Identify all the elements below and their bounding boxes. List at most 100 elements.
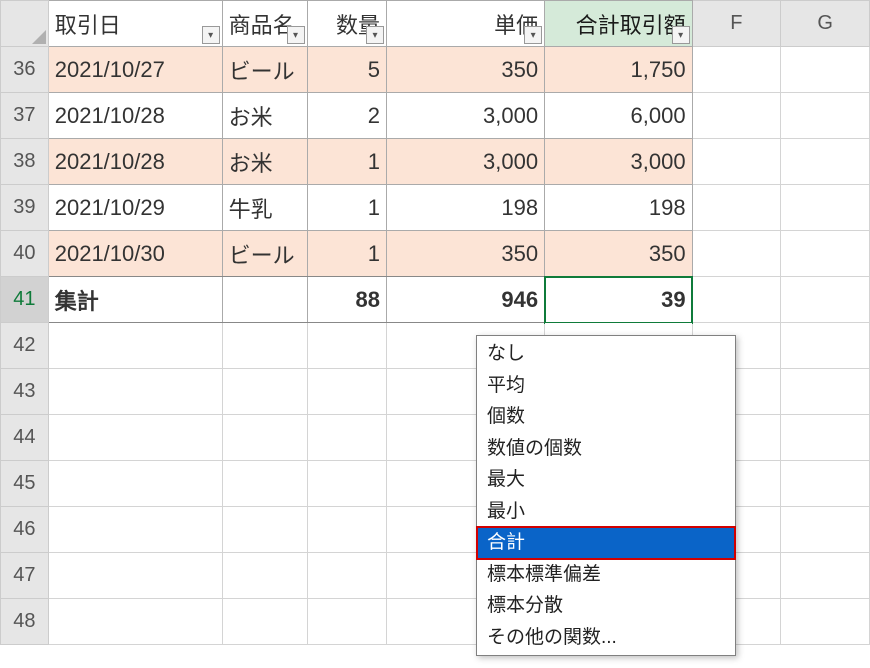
row-header[interactable]: 47 xyxy=(1,553,49,599)
dropdown-item[interactable]: 平均 xyxy=(477,370,735,402)
cell-price[interactable]: 198 xyxy=(387,185,545,231)
filter-button-total[interactable]: ▾ xyxy=(672,26,690,44)
cell-name[interactable]: ビール xyxy=(222,47,307,93)
dropdown-item[interactable]: 標本分散 xyxy=(477,590,735,622)
col-header-f[interactable]: F xyxy=(692,1,781,47)
cell-total[interactable]: 198 xyxy=(545,185,692,231)
empty-cell[interactable] xyxy=(692,231,781,277)
cell-price[interactable]: 350 xyxy=(387,231,545,277)
filter-button-date[interactable]: ▾ xyxy=(202,26,220,44)
col-header-date[interactable]: 取引日 ▾ xyxy=(48,1,222,47)
cell-qty[interactable]: 1 xyxy=(307,139,387,185)
cell-name[interactable]: 牛乳 xyxy=(222,185,307,231)
empty-cell[interactable] xyxy=(781,277,870,323)
empty-cell[interactable] xyxy=(781,369,870,415)
col-header-total[interactable]: 合計取引額 ▾ xyxy=(545,1,692,47)
empty-cell[interactable] xyxy=(222,369,307,415)
empty-cell[interactable] xyxy=(781,185,870,231)
total-price-cell[interactable]: 946 xyxy=(387,277,545,323)
row-header[interactable]: 44 xyxy=(1,415,49,461)
row-header[interactable]: 38 xyxy=(1,139,49,185)
cell-qty[interactable]: 5 xyxy=(307,47,387,93)
empty-cell[interactable] xyxy=(781,599,870,645)
cell-qty[interactable]: 1 xyxy=(307,185,387,231)
cell-date[interactable]: 2021/10/28 xyxy=(48,93,222,139)
empty-cell[interactable] xyxy=(692,47,781,93)
select-all-corner[interactable] xyxy=(1,1,49,47)
empty-cell[interactable] xyxy=(307,415,387,461)
empty-cell[interactable] xyxy=(781,415,870,461)
cell-total[interactable]: 1,750 xyxy=(545,47,692,93)
spreadsheet-table[interactable]: 取引日 ▾ 商品名 ▾ 数量 ▾ 単価 ▾ 合計取引額 ▾ F G 362021… xyxy=(0,0,870,645)
cell-total[interactable]: 350 xyxy=(545,231,692,277)
total-total-cell[interactable]: 39 ▾ xyxy=(545,277,692,323)
cell-name[interactable]: お米 xyxy=(222,139,307,185)
cell-total[interactable]: 6,000 xyxy=(545,93,692,139)
empty-cell[interactable] xyxy=(222,553,307,599)
empty-cell[interactable] xyxy=(781,553,870,599)
empty-cell[interactable] xyxy=(222,507,307,553)
empty-cell[interactable] xyxy=(48,369,222,415)
dropdown-item[interactable]: 最小 xyxy=(477,496,735,528)
col-header-name[interactable]: 商品名 ▾ xyxy=(222,1,307,47)
empty-cell[interactable] xyxy=(222,323,307,369)
cell-name[interactable]: お米 xyxy=(222,93,307,139)
empty-cell[interactable] xyxy=(307,507,387,553)
row-header[interactable]: 36 xyxy=(1,47,49,93)
row-header[interactable]: 39 xyxy=(1,185,49,231)
cell-date[interactable]: 2021/10/27 xyxy=(48,47,222,93)
dropdown-item[interactable]: 合計 xyxy=(477,527,735,559)
cell-qty[interactable]: 1 xyxy=(307,231,387,277)
total-label-cell[interactable]: 集計 xyxy=(48,277,222,323)
empty-cell[interactable] xyxy=(48,415,222,461)
dropdown-item[interactable]: 最大 xyxy=(477,464,735,496)
row-header[interactable]: 40 xyxy=(1,231,49,277)
empty-cell[interactable] xyxy=(781,507,870,553)
dropdown-item[interactable]: 個数 xyxy=(477,401,735,433)
row-header[interactable]: 42 xyxy=(1,323,49,369)
row-header[interactable]: 46 xyxy=(1,507,49,553)
empty-cell[interactable] xyxy=(781,231,870,277)
empty-cell[interactable] xyxy=(692,277,781,323)
empty-cell[interactable] xyxy=(307,369,387,415)
empty-cell[interactable] xyxy=(307,553,387,599)
dropdown-item[interactable]: 標本標準偏差 xyxy=(477,559,735,591)
cell-qty[interactable]: 2 xyxy=(307,93,387,139)
empty-cell[interactable] xyxy=(222,461,307,507)
dropdown-item[interactable]: 数値の個数 xyxy=(477,433,735,465)
empty-cell[interactable] xyxy=(48,461,222,507)
dropdown-item[interactable]: その他の関数... xyxy=(477,622,735,654)
empty-cell[interactable] xyxy=(307,461,387,507)
filter-button-price[interactable]: ▾ xyxy=(524,26,542,44)
empty-cell[interactable] xyxy=(307,599,387,645)
row-header[interactable]: 45 xyxy=(1,461,49,507)
empty-cell[interactable] xyxy=(781,139,870,185)
filter-button-name[interactable]: ▾ xyxy=(287,26,305,44)
cell-price[interactable]: 3,000 xyxy=(387,93,545,139)
row-header[interactable]: 37 xyxy=(1,93,49,139)
empty-cell[interactable] xyxy=(48,323,222,369)
row-header[interactable]: 41 xyxy=(1,277,49,323)
empty-cell[interactable] xyxy=(781,323,870,369)
cell-date[interactable]: 2021/10/30 xyxy=(48,231,222,277)
total-name-cell[interactable] xyxy=(222,277,307,323)
dropdown-item[interactable]: なし xyxy=(477,338,735,370)
empty-cell[interactable] xyxy=(48,553,222,599)
col-header-g[interactable]: G xyxy=(781,1,870,47)
empty-cell[interactable] xyxy=(781,93,870,139)
cell-name[interactable]: ビール xyxy=(222,231,307,277)
row-header[interactable]: 43 xyxy=(1,369,49,415)
empty-cell[interactable] xyxy=(781,461,870,507)
col-header-qty[interactable]: 数量 ▾ xyxy=(307,1,387,47)
empty-cell[interactable] xyxy=(222,599,307,645)
empty-cell[interactable] xyxy=(692,139,781,185)
cell-price[interactable]: 3,000 xyxy=(387,139,545,185)
col-header-price[interactable]: 単価 ▾ xyxy=(387,1,545,47)
cell-date[interactable]: 2021/10/29 xyxy=(48,185,222,231)
empty-cell[interactable] xyxy=(692,93,781,139)
aggregate-function-dropdown[interactable]: なし平均個数数値の個数最大最小合計標本標準偏差標本分散その他の関数... xyxy=(476,335,736,656)
cell-total[interactable]: 3,000 xyxy=(545,139,692,185)
empty-cell[interactable] xyxy=(222,415,307,461)
total-qty-cell[interactable]: 88 xyxy=(307,277,387,323)
empty-cell[interactable] xyxy=(692,185,781,231)
